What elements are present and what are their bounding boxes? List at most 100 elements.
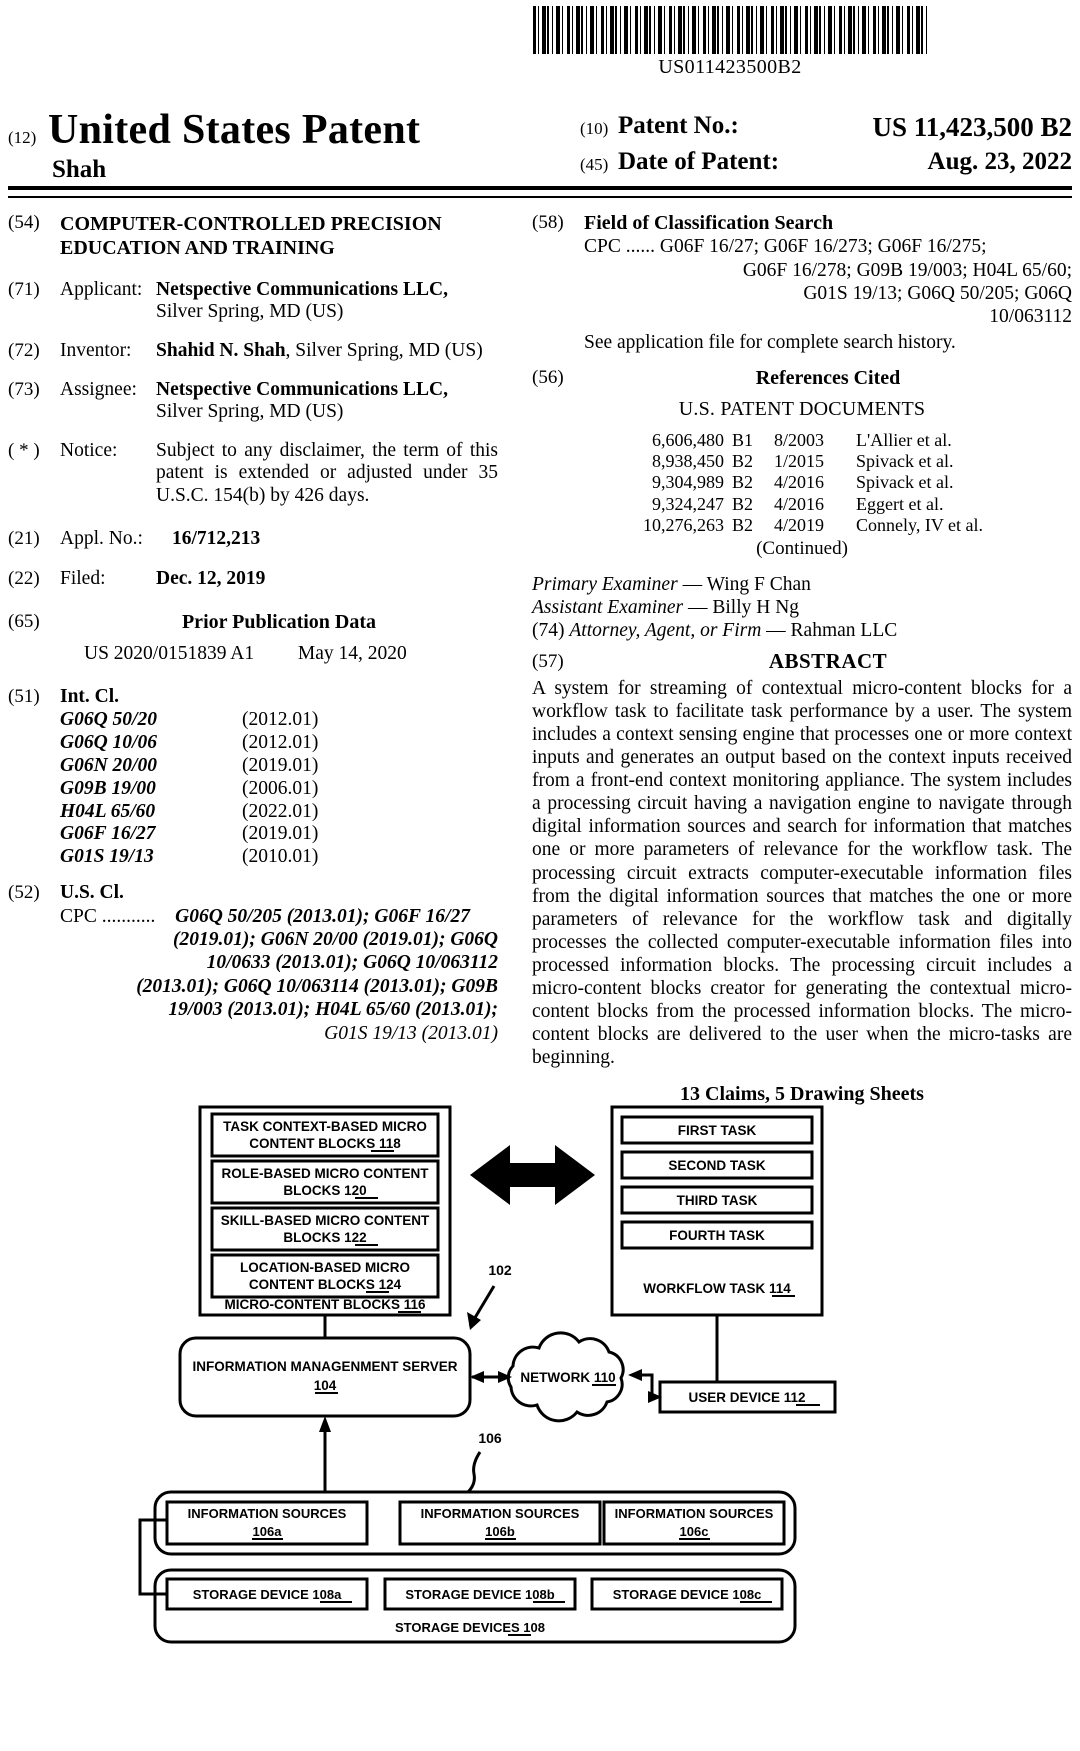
int-cl-symbol: G09B 19/00 xyxy=(60,777,156,799)
code-74: (74) xyxy=(532,620,565,642)
patent-front-page: US011423500B2 (12) United States Patent … xyxy=(0,0,1080,1751)
inventor-value: Shahid N. Shah, Silver Spring, MD (US) xyxy=(156,340,498,363)
reference-assignee: Spivack et al. xyxy=(856,472,954,493)
task-third: THIRD TASK xyxy=(677,1193,758,1208)
applicant-value: Netspective Communications LLC, Silver S… xyxy=(156,279,498,324)
prior-publication-heading: Prior Publication Data xyxy=(181,610,377,633)
code-65: (65) xyxy=(8,610,40,632)
code-10: (10) xyxy=(580,119,609,138)
server-label-line1: INFORMATION MANAGENMENT SERVER xyxy=(192,1359,457,1374)
abstract-heading: ABSTRACT xyxy=(768,648,888,673)
block-118-line1: TASK CONTEXT-BASED MICRO xyxy=(223,1119,427,1134)
field-appl-no: (21) Appl. No.: 16/712,213 xyxy=(8,528,498,551)
block-124-line1: LOCATION-BASED MICRO xyxy=(240,1260,410,1275)
fcs-heading: Field of Classification Search xyxy=(584,212,834,234)
applicant-address: Silver Spring, MD (US) xyxy=(156,301,344,323)
header-rule-thick xyxy=(8,186,1072,190)
user-device-label: USER DEVICE 112 xyxy=(688,1390,805,1405)
reference-assignee: L'Allier et al. xyxy=(856,429,952,450)
field-prior-publication: (65) Prior Publication Data US 2020/0151… xyxy=(8,611,498,666)
date-value: Aug. 23, 2022 xyxy=(927,148,1072,175)
task-second: SECOND TASK xyxy=(668,1158,766,1173)
fcs-line: G06F 16/278; G09B 19/003; H04L 65/60; xyxy=(742,259,1072,281)
references-table: 6,606,480 B1 8/2003 L'Allier et al. 8,93… xyxy=(592,430,1012,537)
date-of-patent-line: (45) Date of Patent: Aug. 23, 2022 xyxy=(580,148,1080,184)
int-cl-row: G06Q 10/06 (2012.01) xyxy=(60,732,498,755)
code-71: (71) xyxy=(8,278,40,300)
info-source-106a: 106a xyxy=(253,1524,283,1539)
int-cl-edition: (2019.01) xyxy=(242,823,319,845)
int-cl-row: G06Q 50/20 (2012.01) xyxy=(60,709,498,732)
code-22: (22) xyxy=(8,568,40,590)
ref-106-label: 106 xyxy=(478,1430,502,1446)
network-label: NETWORK 110 xyxy=(520,1370,615,1385)
reference-kind: B2 xyxy=(732,450,754,471)
us-cl-line: 19/003 (2013.01); H04L 65/60 (2013.01); xyxy=(168,999,498,1021)
bidirectional-arrow xyxy=(470,1145,595,1205)
us-cl-line-text: G06Q 50/205 (2013.01); G06F 16/27 xyxy=(175,905,470,927)
code-57: (57) xyxy=(532,650,564,672)
references-cited-heading: References Cited xyxy=(755,367,901,390)
workflow-task-group-label: WORKFLOW TASK 114 xyxy=(643,1281,791,1296)
reference-date: 1/2015 xyxy=(774,450,825,471)
int-cl-edition: (2010.01) xyxy=(242,846,319,868)
reference-number: 8,938,450 xyxy=(652,450,724,471)
reference-kind: B1 xyxy=(732,429,754,450)
int-cl-symbol: G01S 19/13 xyxy=(60,846,154,868)
reference-assignee: Spivack et al. xyxy=(856,450,954,471)
notice-text: Subject to any disclaimer, the term of t… xyxy=(156,439,498,507)
prior-publication-number: US 2020/0151839 A1 xyxy=(84,643,255,665)
barcode-number: US011423500B2 xyxy=(658,56,802,78)
inventor-full-name: Shahid N. Shah xyxy=(156,340,286,361)
reference-number: 9,304,989 xyxy=(652,472,724,493)
cpc-prefix: CPC ........... xyxy=(60,905,156,927)
field-assignee: (73) Assignee: Netspective Communication… xyxy=(8,379,498,424)
document-title: United States Patent xyxy=(48,107,421,153)
int-cl-heading: Int. Cl. xyxy=(60,685,120,707)
int-cl-edition: (2022.01) xyxy=(242,800,319,822)
server-label-line2: 104 xyxy=(314,1378,337,1393)
block-120-line2: BLOCKS 120 xyxy=(283,1183,366,1198)
code-star: ( * ) xyxy=(8,439,40,461)
fcs-body: CPC ...... G06F 16/27; G06F 16/273; G06F… xyxy=(584,235,1072,354)
code-58: (58) xyxy=(532,212,564,233)
attorney-name: Rahman LLC xyxy=(790,620,898,642)
inventor-label: Inventor: xyxy=(60,340,132,361)
int-cl-row: G06N 20/00 (2019.01) xyxy=(60,755,498,778)
code-56: (56) xyxy=(532,367,564,389)
table-row: 6,606,480 B1 8/2003 L'Allier et al. xyxy=(592,430,1012,451)
reference-number: 6,606,480 xyxy=(652,429,724,450)
inventor-address: , Silver Spring, MD (US) xyxy=(285,340,483,361)
table-row: 8,938,450 B2 1/2015 Spivack et al. xyxy=(592,451,1012,472)
left-column: (54) COMPUTER-CONTROLLED PRECISION EDUCA… xyxy=(8,212,498,1058)
block-122-line2: BLOCKS 122 xyxy=(283,1230,366,1245)
field-notice: ( * ) Notice: Subject to any disclaimer,… xyxy=(8,440,498,508)
assistant-examiner-name: Billy H Ng xyxy=(712,596,800,618)
examiner-block: Primary Examiner — Wing F Chan Assistant… xyxy=(532,573,1072,643)
table-row: 10,276,263 B2 4/2019 Connely, IV et al. xyxy=(592,515,1012,536)
us-cl-line: G01S 19/13 (2013.01) xyxy=(324,1022,498,1044)
em-dash: — xyxy=(682,573,707,595)
info-source-106b-line1: INFORMATION SOURCES xyxy=(421,1506,580,1521)
int-cl-edition: (2012.01) xyxy=(242,732,319,754)
appl-no-label: Appl. No.: xyxy=(60,527,143,549)
attorney-label: Attorney, Agent, or Firm xyxy=(569,620,762,642)
fcs-prefix: CPC ...... xyxy=(584,236,655,258)
block-118-line2: CONTENT BLOCKS 118 xyxy=(249,1136,401,1151)
notice-label: Notice: xyxy=(60,439,118,461)
figure-diagram: TASK CONTEXT-BASED MICRO CONTENT BLOCKS … xyxy=(0,1090,1080,1751)
abstract-heading-row: (57) ABSTRACT xyxy=(532,649,1072,675)
header-rule-thin xyxy=(8,196,1072,198)
right-column: (58) Field of Classification Search CPC … xyxy=(532,212,1072,1107)
ref-102-label: 102 xyxy=(488,1262,512,1278)
reference-date: 4/2016 xyxy=(774,493,825,514)
storage-device-108c: STORAGE DEVICE 108c xyxy=(613,1587,762,1602)
int-cl-table: G06Q 50/20 (2012.01) G06Q 10/06 (2012.01) … xyxy=(60,709,498,869)
reference-assignee: Connely, IV et al. xyxy=(856,515,983,536)
code-21: (21) xyxy=(8,527,40,549)
assignee-value: Netspective Communications LLC, Silver S… xyxy=(156,379,498,424)
int-cl-edition: (2012.01) xyxy=(242,709,319,731)
attorney-line: (74) Attorney, Agent, or Firm — Rahman L… xyxy=(532,619,1072,642)
micro-content-blocks-group-label: MICRO-CONTENT BLOCKS 116 xyxy=(224,1297,426,1312)
primary-examiner-line: Primary Examiner — Wing F Chan xyxy=(532,573,1072,596)
